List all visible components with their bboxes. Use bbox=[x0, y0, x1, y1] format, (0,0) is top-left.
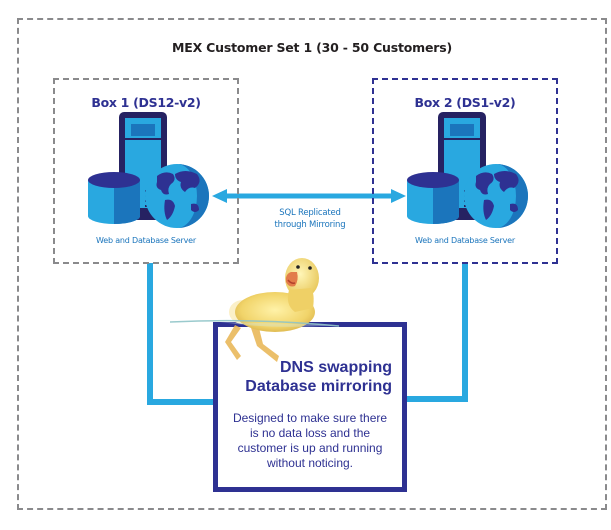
box-2-caption: Web and Database Server bbox=[415, 236, 515, 245]
replication-label-line-1: SQL Replicated bbox=[279, 208, 341, 218]
server-database-globe-icon bbox=[88, 112, 209, 228]
duckling-image bbox=[169, 258, 340, 362]
failover-description: Designed to make sure there is no data l… bbox=[232, 411, 388, 470]
box-1-caption: Web and Database Server bbox=[96, 236, 196, 245]
box-1: Box 1 (DS12-v2) Web and Database Server bbox=[53, 78, 239, 264]
replication-label-line-2: through Mirroring bbox=[274, 220, 346, 230]
box-2: Box 2 (DS1-v2) Web and Database Server bbox=[372, 78, 558, 264]
failover-heading-line-2: Database mirroring bbox=[245, 378, 392, 395]
connector-right bbox=[405, 263, 468, 402]
replication-label: SQL Replicated through Mirroring bbox=[230, 207, 390, 231]
server-database-globe-icon bbox=[407, 112, 528, 228]
